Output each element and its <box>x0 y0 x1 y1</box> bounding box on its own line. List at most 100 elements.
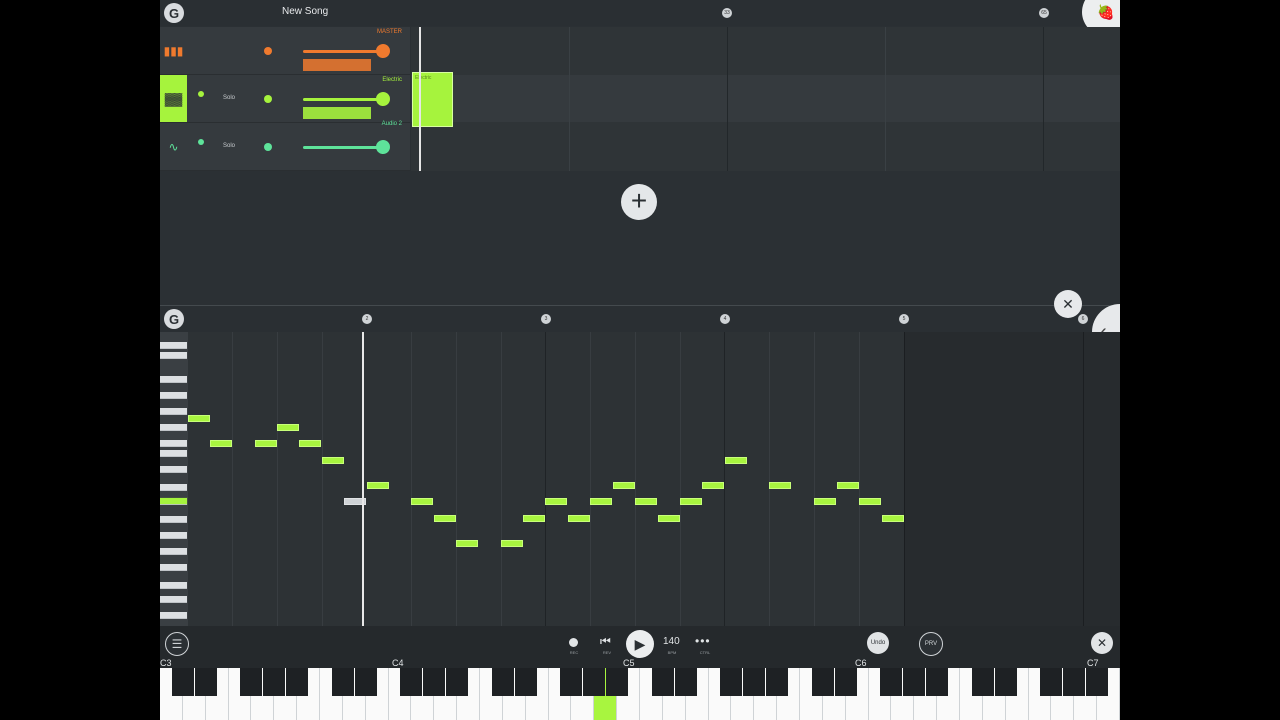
master-volume-handle[interactable] <box>376 44 390 58</box>
pr-ruler-mark-5[interactable]: 5 <box>899 314 909 324</box>
black-key[interactable] <box>1086 668 1109 696</box>
pr-key[interactable] <box>160 352 187 359</box>
black-key[interactable] <box>1040 668 1063 696</box>
pr-ruler-mark-6[interactable]: 6 <box>1078 314 1088 324</box>
pr-key[interactable] <box>160 532 187 539</box>
close-keyboard-button[interactable]: ✕ <box>1091 632 1113 654</box>
note[interactable] <box>568 515 590 522</box>
black-key[interactable] <box>766 668 789 696</box>
black-key[interactable] <box>903 668 926 696</box>
black-key[interactable] <box>834 668 857 696</box>
pr-key[interactable] <box>160 342 187 349</box>
pr-key[interactable] <box>160 450 187 457</box>
audio2-volume-fader[interactable] <box>303 146 383 149</box>
electric-volume-fader[interactable] <box>303 98 383 101</box>
note[interactable] <box>411 498 433 505</box>
note[interactable] <box>837 482 859 489</box>
note[interactable] <box>590 498 612 505</box>
note[interactable] <box>882 515 904 522</box>
note[interactable] <box>658 515 680 522</box>
note[interactable] <box>322 457 344 464</box>
black-key[interactable] <box>446 668 469 696</box>
pr-ruler-mark-3[interactable]: 3 <box>541 314 551 324</box>
black-key[interactable] <box>171 668 194 696</box>
black-key[interactable] <box>651 668 674 696</box>
pr-key[interactable] <box>160 408 187 415</box>
piano-roll-keyboard[interactable] <box>160 332 188 626</box>
note[interactable] <box>635 498 657 505</box>
pr-ruler-mark-4[interactable]: 4 <box>720 314 730 324</box>
black-key[interactable] <box>994 668 1017 696</box>
rewind-button[interactable]: ⏮ <box>600 634 611 649</box>
pr-key[interactable] <box>160 440 187 447</box>
app-logo-button[interactable]: G <box>164 3 184 23</box>
arrangement-playhead[interactable] <box>419 27 421 171</box>
black-key[interactable] <box>606 668 629 696</box>
note[interactable] <box>680 498 702 505</box>
pr-key[interactable] <box>160 484 187 491</box>
ctrl-button[interactable]: ••• <box>695 634 711 648</box>
black-key[interactable] <box>194 668 217 696</box>
note[interactable] <box>255 440 277 447</box>
black-key[interactable] <box>240 668 263 696</box>
note[interactable] <box>299 440 321 447</box>
pr-key[interactable] <box>160 516 187 523</box>
add-track-button[interactable]: + <box>621 184 657 220</box>
arrangement-ruler-mark-1[interactable]: 33 <box>722 8 732 18</box>
piano-roll-playhead[interactable] <box>362 332 364 626</box>
note[interactable] <box>188 415 210 422</box>
pr-key[interactable] <box>160 582 187 589</box>
note[interactable] <box>545 498 567 505</box>
close-piano-roll-button[interactable]: ✕ <box>1054 290 1082 318</box>
audio2-solo-button[interactable]: Solo <box>223 143 235 149</box>
play-button[interactable]: ▶ <box>626 630 654 658</box>
piano-roll-ruler[interactable]: G 2 3 4 5 6 <box>160 305 1120 332</box>
pr-key[interactable] <box>160 392 187 399</box>
note[interactable] <box>277 424 299 431</box>
black-key[interactable] <box>423 668 446 696</box>
pr-key[interactable] <box>160 424 187 431</box>
black-key[interactable] <box>743 668 766 696</box>
piano-roll-grid[interactable] <box>188 332 1120 626</box>
electric-solo-button[interactable]: Solo <box>223 95 235 101</box>
black-key[interactable] <box>811 668 834 696</box>
piano-roll-menu-button[interactable]: G <box>164 309 184 329</box>
note[interactable] <box>434 515 456 522</box>
note[interactable] <box>702 482 724 489</box>
record-button[interactable] <box>569 638 578 647</box>
electric-pan-knob[interactable] <box>264 95 272 103</box>
pr-key[interactable] <box>160 612 187 619</box>
track-master[interactable]: ▮▮▮ MASTER <box>160 27 410 75</box>
electric-mute-knob[interactable] <box>198 91 204 97</box>
audio2-pan-knob[interactable] <box>264 143 272 151</box>
audio2-volume-handle[interactable] <box>376 140 390 154</box>
black-key[interactable] <box>331 668 354 696</box>
arrangement-grid[interactable] <box>411 27 1120 171</box>
black-key[interactable] <box>926 668 949 696</box>
preview-button[interactable]: PRV <box>919 632 943 656</box>
black-key[interactable] <box>720 668 743 696</box>
pr-key[interactable] <box>160 564 187 571</box>
pr-key[interactable] <box>160 596 187 603</box>
track-electric[interactable]: ▓▓ Solo Electric <box>160 75 410 123</box>
note[interactable] <box>501 540 523 547</box>
undo-button[interactable]: Undo <box>867 632 889 654</box>
black-key[interactable] <box>674 668 697 696</box>
black-key[interactable] <box>263 668 286 696</box>
black-key[interactable] <box>1063 668 1086 696</box>
black-key[interactable] <box>560 668 583 696</box>
black-key[interactable] <box>354 668 377 696</box>
mixer-button[interactable]: ☰ <box>165 632 189 656</box>
black-key[interactable] <box>514 668 537 696</box>
audio2-mute-knob[interactable] <box>198 139 204 145</box>
pr-ruler-mark-2[interactable]: 2 <box>362 314 372 324</box>
black-key[interactable] <box>400 668 423 696</box>
pr-key[interactable] <box>160 548 187 555</box>
note[interactable] <box>210 440 232 447</box>
note[interactable] <box>725 457 747 464</box>
master-volume-fader[interactable] <box>303 50 383 53</box>
arrangement-ruler-mark-2[interactable]: 65 <box>1039 8 1049 18</box>
note[interactable] <box>814 498 836 505</box>
bpm-value[interactable]: 140 <box>663 636 680 647</box>
note[interactable] <box>859 498 881 505</box>
